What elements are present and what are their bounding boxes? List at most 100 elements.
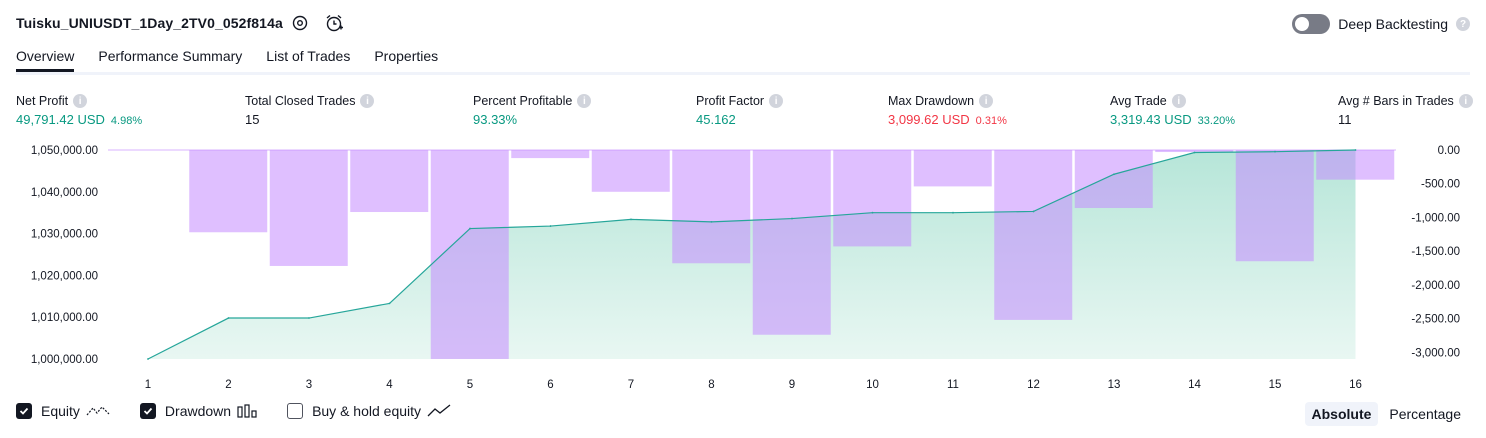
tab-properties[interactable]: Properties [374, 48, 438, 72]
metric-total-closed-trades: Total Closed Trades i 15 [245, 94, 375, 127]
x-tick-label: 5 [467, 379, 473, 391]
metric-label: Avg # Bars in Trades [1338, 94, 1454, 108]
tab-list-of-trades[interactable]: List of Trades [266, 48, 350, 72]
legend-equity[interactable]: Equity [16, 403, 110, 419]
y-right-tick-label: -1,500.00 [1411, 246, 1460, 258]
drawdown-bar [269, 150, 348, 266]
equity-point [147, 358, 149, 360]
metric-sub: 0.31% [975, 115, 1007, 127]
info-icon[interactable]: i [1171, 94, 1186, 108]
equity-line-icon [86, 404, 110, 418]
x-tick-label: 3 [306, 379, 312, 391]
percentage-button[interactable]: Percentage [1382, 402, 1468, 426]
metric-value: 11 [1338, 112, 1352, 127]
y-right-tick-label: -2,000.00 [1411, 280, 1460, 292]
info-icon[interactable]: i [979, 94, 994, 108]
metric-value: 15 [245, 112, 260, 127]
deep-backtesting-toggle[interactable] [1292, 14, 1331, 34]
equity-checkbox[interactable] [16, 403, 32, 419]
x-tick-label: 6 [547, 379, 553, 391]
drawdown-bar [1316, 150, 1395, 180]
drawdown-bar [189, 150, 268, 233]
metric-net-profit: Net Profit i 49,791.42 USD 4.98% [16, 94, 142, 127]
metric-max-drawdown: Max Drawdown i 3,099.62 USD 0.31% [888, 94, 1007, 127]
equity-point [308, 317, 310, 319]
tab-bar: Overview Performance Summary List of Tra… [16, 48, 438, 72]
drawdown-bar [591, 150, 670, 192]
buy-hold-label: Buy & hold equity [312, 403, 422, 419]
equity-label: Equity [41, 403, 80, 419]
chart-legend: Equity Drawdown Buy & hold equity [16, 403, 481, 419]
drawdown-bar [1074, 150, 1153, 208]
tab-divider [16, 72, 1470, 75]
equity-point [1354, 149, 1357, 151]
metric-profit-factor: Profit Factor i 45.162 [696, 94, 784, 127]
metric-avg-bars: Avg # Bars in Trades i 11 [1338, 94, 1473, 127]
equity-point [227, 317, 230, 319]
legend-drawdown[interactable]: Drawdown [139, 403, 257, 419]
equity-point [469, 227, 471, 230]
info-icon[interactable]: i [577, 94, 592, 108]
tab-overview[interactable]: Overview [16, 48, 75, 72]
metric-label: Max Drawdown [888, 94, 975, 108]
equity-point [1274, 150, 1276, 153]
equity-point [871, 211, 874, 214]
deep-backtesting-toggle-group: Deep Backtesting ? [1292, 14, 1470, 34]
y-left-tick-label: 1,000,000.00 [31, 354, 98, 366]
x-tick-label: 10 [866, 379, 879, 391]
deep-backtesting-label: Deep Backtesting [1338, 16, 1448, 32]
x-tick-label: 16 [1349, 379, 1362, 391]
equity-point [549, 225, 552, 227]
x-tick-label: 2 [225, 379, 231, 391]
metric-value: 3,099.62 USD [888, 112, 970, 127]
drawdown-bar [833, 150, 912, 247]
strategy-title: Tuisku_UNIUSDT_1Day_2TV0_052f814a [16, 15, 283, 31]
equity-drawdown-chart[interactable]: 1,050,000.00 1,040,000.00 1,030,000.00 1,02… [0, 138, 1486, 398]
x-tick-label: 15 [1269, 379, 1282, 391]
buy-hold-line-icon [427, 404, 451, 418]
x-tick-label: 8 [708, 379, 714, 391]
info-icon[interactable]: i [73, 94, 88, 108]
absolute-button[interactable]: Absolute [1304, 402, 1379, 426]
info-icon[interactable]: i [769, 94, 784, 108]
y-right-tick-label: -500.00 [1421, 179, 1460, 191]
x-tick-label: 4 [386, 379, 393, 391]
equity-point [388, 302, 391, 305]
metric-value: 93.33% [473, 112, 518, 127]
y-right-tick-label: -3,000.00 [1411, 347, 1460, 359]
metric-label: Percent Profitable [473, 94, 573, 108]
x-tick-label: 1 [145, 379, 151, 391]
x-tick-label: 12 [1027, 379, 1040, 391]
drawdown-bar [350, 150, 429, 213]
metric-label: Avg Trade [1110, 94, 1167, 108]
legend-buy-hold[interactable]: Buy & hold equity [287, 403, 451, 419]
info-icon[interactable]: i [360, 94, 375, 108]
info-icon[interactable]: i [1458, 94, 1473, 108]
drawdown-bar [511, 150, 590, 159]
metric-value: 3,319.43 USD [1110, 112, 1192, 127]
x-tick-label: 13 [1108, 379, 1121, 391]
equity-point [1193, 151, 1196, 154]
metric-label: Profit Factor [696, 94, 765, 108]
y-left-tick-label: 1,040,000.00 [31, 187, 98, 199]
y-right-tick-label: -1,000.00 [1411, 212, 1460, 224]
drawdown-bar [1235, 150, 1314, 262]
drawdown-bars-icon [237, 404, 257, 418]
drawdown-checkbox[interactable] [139, 403, 156, 419]
y-left-tick-label: 1,030,000.00 [31, 229, 98, 241]
x-tick-label: 9 [789, 379, 795, 391]
help-icon[interactable]: ? [1456, 17, 1470, 31]
y-right-tick-label: 0.00 [1438, 145, 1460, 157]
metric-value: 49,791.42 USD [16, 112, 105, 127]
y-left-tick-label: 1,020,000.00 [31, 270, 98, 282]
metric-label: Total Closed Trades [245, 94, 356, 108]
metric-sub: 33.20% [1197, 115, 1235, 127]
y-right-tick-label: -2,500.00 [1411, 314, 1460, 326]
metric-avg-trade: Avg Trade i 3,319.43 USD 33.20% [1110, 94, 1235, 127]
buy-hold-checkbox[interactable] [287, 403, 304, 419]
alarm-clock-icon[interactable] [324, 13, 344, 33]
toggle-knob [1295, 17, 1310, 31]
tab-performance-summary[interactable]: Performance Summary [98, 48, 242, 72]
settings-icon[interactable] [290, 13, 310, 33]
drawdown-bar [913, 150, 992, 187]
